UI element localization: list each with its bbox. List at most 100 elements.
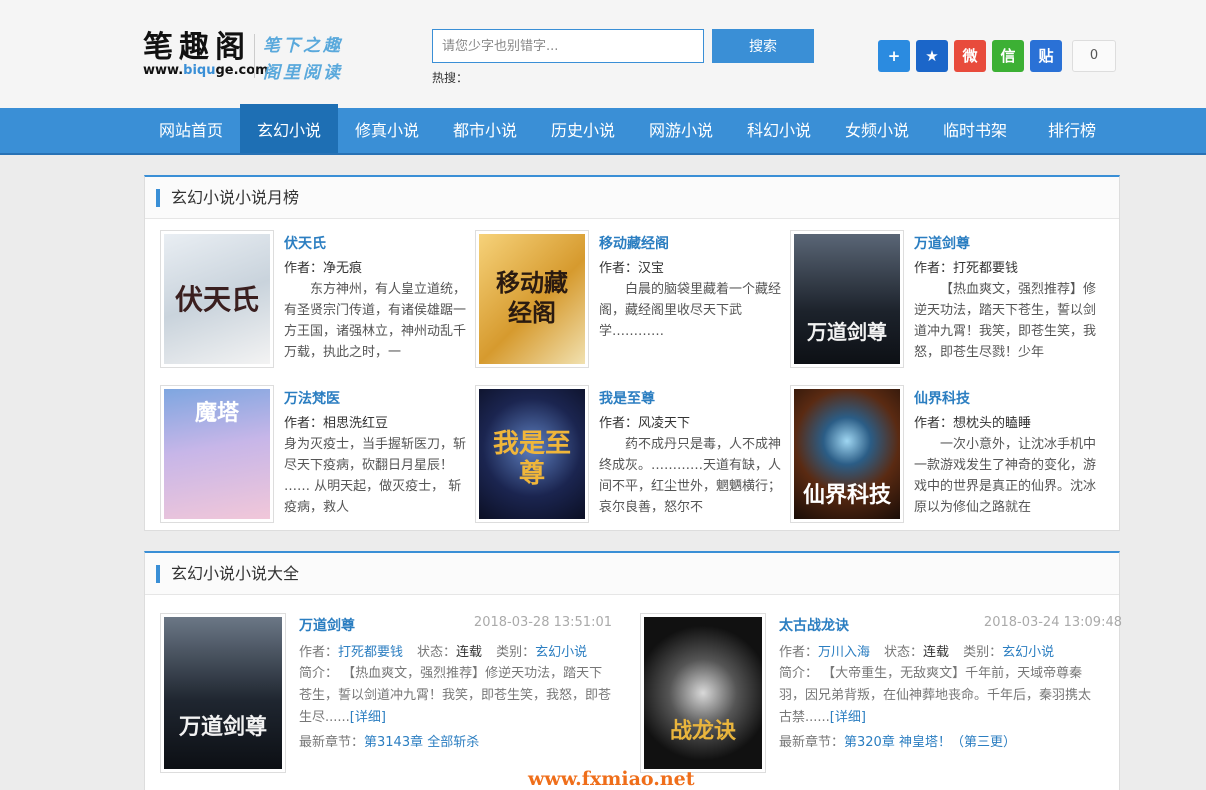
cover-text: 万道剑尊	[178, 714, 267, 740]
status-value: 连载	[923, 645, 950, 660]
nav-item-xuanhuan[interactable]: 玄幻小说	[240, 104, 338, 153]
detail-link[interactable]: [详细]	[830, 710, 866, 725]
cover-text: 移动藏经阁	[496, 268, 568, 327]
category-label: 类别：	[496, 645, 536, 660]
author-label: 作者：	[284, 416, 324, 431]
intro-label: 简介：	[779, 666, 819, 681]
detail-link[interactable]: [详细]	[350, 710, 386, 725]
monthly-ranking-title: 玄幻小说小说月榜	[145, 177, 1119, 219]
author-link[interactable]: 万川入海	[818, 645, 870, 660]
book-cover[interactable]: 伏天氏	[160, 230, 274, 368]
book-author: 作者：汉宝	[599, 257, 664, 276]
main-nav: 网站首页 玄幻小说 修真小说 都市小说 历史小说 网游小说 科幻小说 女频小说 …	[0, 104, 1206, 155]
book-cover[interactable]: 战龙诀	[640, 613, 766, 773]
latest-chapter: 最新章节：第320章 神皇塔！（第三更）	[779, 731, 1016, 750]
tieba-icon[interactable]: 贴	[1030, 40, 1062, 72]
intro-text: 【热血爽文，强烈推荐】修逆天功法，踏天下苍生，誓以剑道冲九霄！我笑，即苍生笑，我…	[299, 666, 612, 725]
nav-item-bookshelf[interactable]: 临时书架	[926, 108, 1024, 153]
category-link[interactable]: 玄幻小说	[1002, 645, 1054, 660]
author-name: 汉宝	[638, 261, 665, 276]
nav-item-home[interactable]: 网站首页	[144, 108, 238, 153]
book-author: 作者：相思洗红豆	[284, 412, 388, 431]
star-icon-glyph: ★	[925, 47, 939, 65]
author-label: 作者：	[599, 261, 639, 276]
plus-icon-glyph: +	[887, 47, 901, 65]
latest-chapter: 最新章节：第3143章 全部斩杀	[299, 731, 479, 750]
latest-label: 最新章节：	[299, 735, 365, 750]
nav-item-kehuan[interactable]: 科幻小说	[730, 108, 828, 153]
rank-item: 魔塔 万法梵医 作者：相思洗红豆 身为灭疫士，当手握斩医刀，斩尽天下疫病，砍翻日…	[160, 385, 470, 525]
latest-chapter-link[interactable]: 第3143章 全部斩杀	[364, 735, 479, 750]
author-name: 风凌天下	[638, 416, 691, 431]
cover-text: 我是至尊	[492, 429, 571, 489]
book-desc: 身为灭疫士，当手握斩医刀，斩尽天下疫病，砍翻日月星辰！ …… 从明天起，做灭疫士…	[284, 437, 467, 515]
logo-divider	[254, 34, 255, 78]
book-meta: 作者：打死都要钱 状态：连载 类别：玄幻小说	[299, 641, 587, 660]
book-title[interactable]: 万法梵医	[284, 388, 340, 408]
update-time: 2018-03-24 13:09:48	[983, 615, 1122, 630]
book-title[interactable]: 太古战龙诀	[779, 615, 849, 635]
cover-text: 战龙诀	[669, 718, 736, 744]
cover-text: 万道剑尊	[807, 320, 887, 344]
nav-item-wangyou[interactable]: 网游小说	[632, 108, 730, 153]
book-author: 作者：想枕头的瞌睡	[914, 412, 1031, 431]
book-cover[interactable]: 仙界科技	[790, 385, 904, 523]
book-cover[interactable]: 移动藏经阁	[475, 230, 589, 368]
book-author: 作者：打死都要钱	[914, 257, 1018, 276]
book-meta: 作者：万川入海 状态：连载 类别：玄幻小说	[779, 641, 1054, 660]
book-title[interactable]: 万道剑尊	[299, 615, 355, 635]
wechat-icon-glyph: 信	[1000, 47, 1016, 65]
book-intro: 简介： 【大帝重生，无敌爽文】千年前，天域帝尊秦羽，因兄弟背叛，在仙神葬地丧命。…	[779, 663, 1097, 729]
book-title[interactable]: 万道剑尊	[914, 233, 970, 253]
latest-chapter-link[interactable]: 第320章 神皇塔！（第三更）	[844, 735, 1016, 750]
book-desc: 白晨的脑袋里藏着一个藏经阁，藏经阁里收尽天下武学…………	[599, 282, 782, 339]
author-label: 作者：	[284, 261, 324, 276]
book-cover[interactable]: 我是至尊	[475, 385, 589, 523]
author-link[interactable]: 打死都要钱	[338, 645, 403, 660]
intro-text: 【大帝重生，无敌爽文】千年前，天域帝尊秦羽，因兄弟背叛，在仙神葬地丧命。千年后，…	[779, 666, 1092, 725]
book-cover[interactable]: 万道剑尊	[160, 613, 286, 773]
rank-item: 伏天氏 伏天氏 作者：净无痕 东方神州，有人皇立道统，有圣贤宗门传道，有诸侯雄踞…	[160, 230, 470, 370]
book-title[interactable]: 移动藏经阁	[599, 233, 669, 253]
nav-item-lishi[interactable]: 历史小说	[534, 108, 632, 153]
search-input[interactable]	[432, 29, 704, 63]
nav-item-dushi[interactable]: 都市小说	[436, 108, 534, 153]
watermark: www.fxmiao.net	[528, 768, 695, 790]
cover-text: 伏天氏	[174, 283, 259, 316]
category-label: 类别：	[963, 645, 1003, 660]
weibo-icon-glyph: 微	[962, 47, 978, 65]
nav-item-nvpin[interactable]: 女频小说	[828, 108, 926, 153]
logo-domain-post: ge.com	[215, 63, 269, 78]
nav-item-ranking[interactable]: 排行榜	[1024, 108, 1120, 153]
status-label: 状态：	[884, 645, 924, 660]
hot-search-label: 热搜：	[432, 71, 469, 85]
category-link[interactable]: 玄幻小说	[535, 645, 587, 660]
book-cover[interactable]: 魔塔	[160, 385, 274, 523]
search-button[interactable]: 搜索	[712, 29, 814, 63]
author-name: 相思洗红豆	[323, 416, 389, 431]
plus-icon[interactable]: +	[878, 40, 910, 72]
author-name: 净无痕	[323, 261, 363, 276]
book-title[interactable]: 仙界科技	[914, 388, 970, 408]
book-desc: 东方神州，有人皇立道统，有圣贤宗门传道，有诸侯雄踞一方王国，诸强林立，神州动乱千…	[284, 282, 467, 360]
rank-item: 我是至尊 我是至尊 作者：风凌天下 药不成丹只是毒，人不成神终成灰。…………天道…	[475, 385, 785, 525]
nav-item-xiuzhen[interactable]: 修真小说	[338, 108, 436, 153]
wechat-icon[interactable]: 信	[992, 40, 1024, 72]
book-title[interactable]: 伏天氏	[284, 233, 326, 253]
logo-domain-pre: www.	[143, 63, 184, 78]
book-title[interactable]: 我是至尊	[599, 388, 655, 408]
logo-name[interactable]: 笔趣阁	[143, 22, 251, 66]
cover-text: 魔塔	[194, 400, 239, 426]
book-cover[interactable]: 万道剑尊	[790, 230, 904, 368]
logo-domain[interactable]: www.biquge.com	[143, 63, 269, 78]
author-name: 打死都要钱	[953, 261, 1019, 276]
monthly-ranking-panel: 玄幻小说小说月榜 伏天氏 伏天氏 作者：净无痕 东方神州，有人皇立道统，有圣贤宗…	[144, 175, 1120, 531]
cover-text: 仙界科技	[802, 482, 891, 508]
star-icon[interactable]: ★	[916, 40, 948, 72]
author-label: 作者：	[914, 416, 954, 431]
status-value: 连载	[456, 645, 483, 660]
update-time: 2018-03-28 13:51:01	[473, 615, 612, 630]
share-count[interactable]: 0	[1072, 40, 1116, 72]
weibo-icon[interactable]: 微	[954, 40, 986, 72]
tieba-icon-glyph: 贴	[1038, 47, 1054, 65]
